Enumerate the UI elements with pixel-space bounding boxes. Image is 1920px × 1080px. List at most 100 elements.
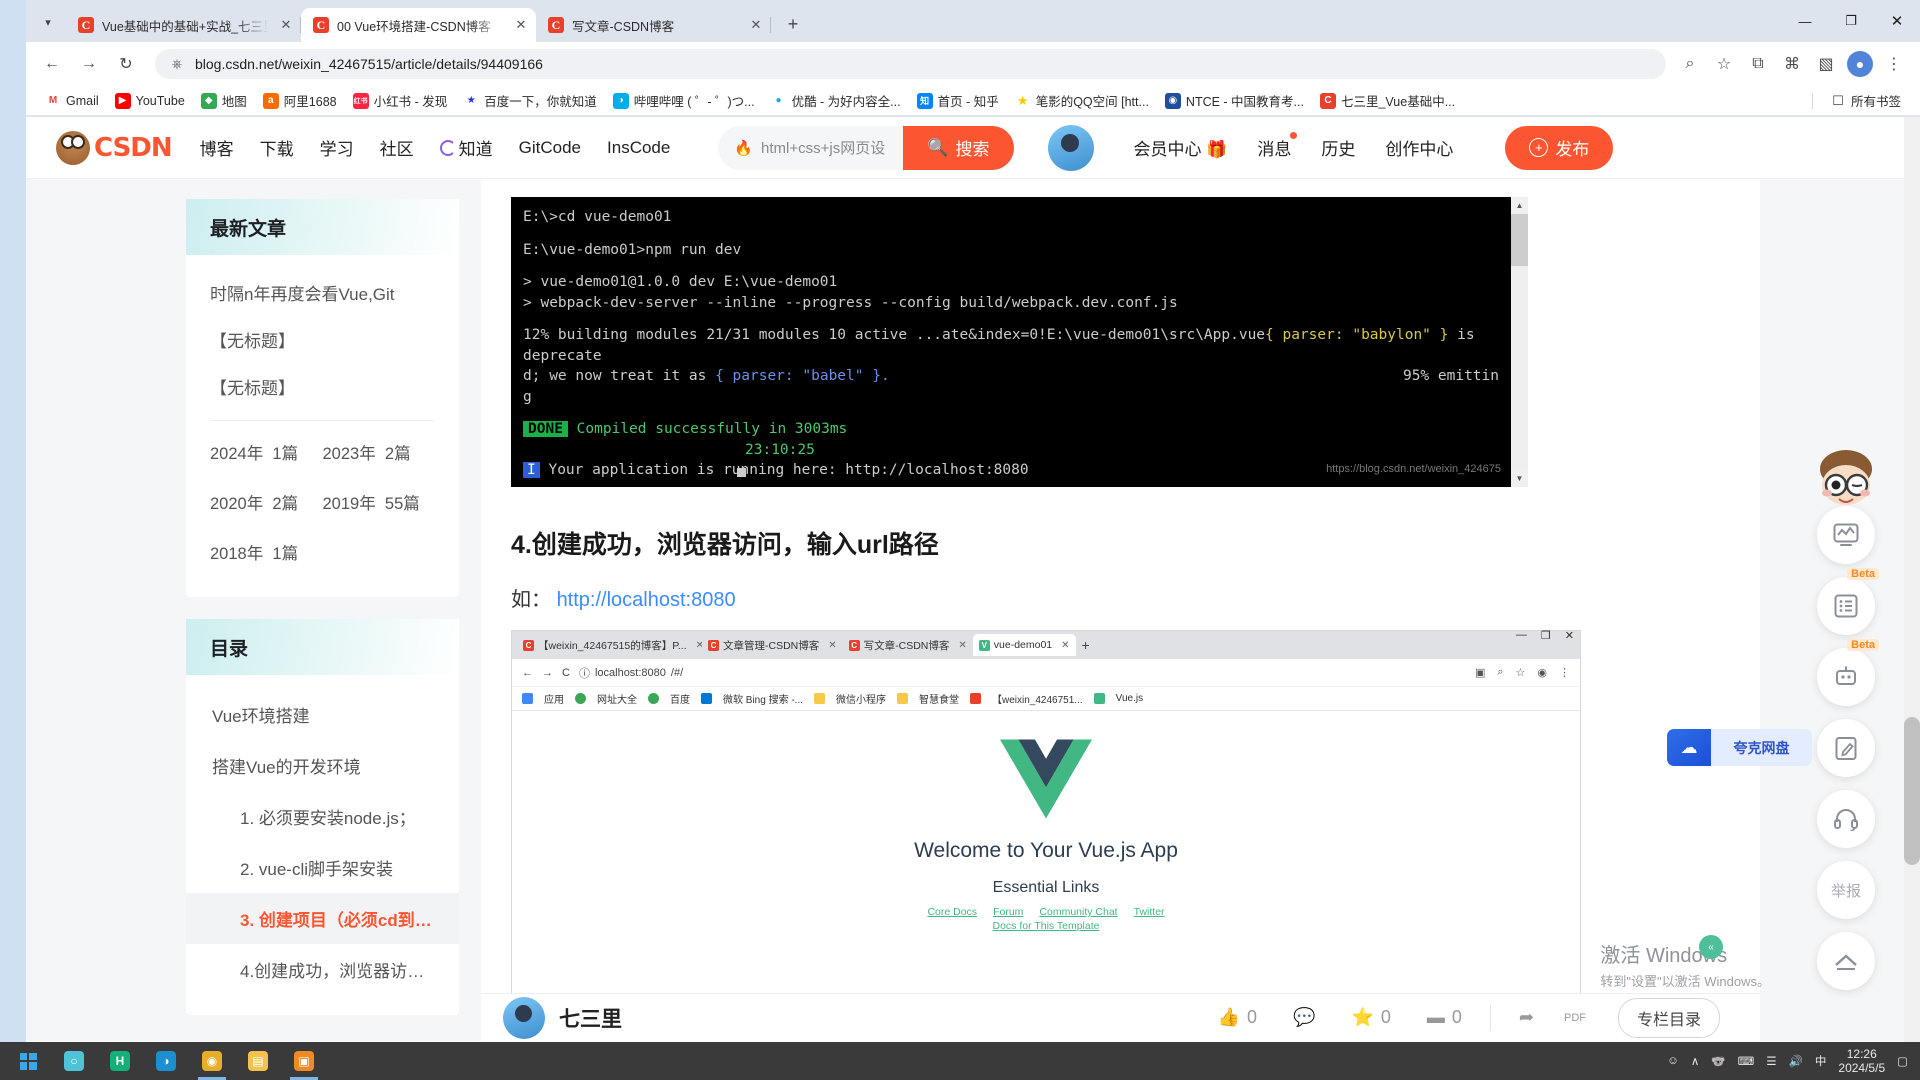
all-bookmarks-button[interactable]: ☐ 所有书签 bbox=[1823, 88, 1908, 113]
nav-item-community[interactable]: 社区 bbox=[380, 135, 414, 160]
taskbar-clock[interactable]: 12:26 2024/5/5 bbox=[1838, 1047, 1885, 1075]
tab-close-icon[interactable]: ✕ bbox=[747, 17, 765, 33]
browser-tab-1[interactable]: C Vue基础中的基础+实战_七三里 ✕ bbox=[66, 8, 301, 42]
rail-back-to-top-button[interactable] bbox=[1817, 932, 1875, 990]
nav-item-gitcode[interactable]: GitCode bbox=[519, 138, 581, 158]
nav-item-download[interactable]: 下载 bbox=[260, 135, 294, 160]
qq-icon[interactable]: 🐨 bbox=[1711, 1054, 1725, 1068]
collapse-rail-icon[interactable]: « bbox=[1699, 935, 1723, 959]
share-button[interactable]: ➦ bbox=[1519, 1007, 1534, 1028]
nav-messages[interactable]: 消息 bbox=[1257, 132, 1298, 160]
archive-year-item[interactable]: 2023年 2篇 bbox=[323, 427, 436, 477]
localhost-link[interactable]: http://localhost:8080 bbox=[557, 589, 736, 611]
latest-article-item[interactable]: 时隔n年再度会看Vue,Git bbox=[210, 269, 435, 316]
nav-item-blog[interactable]: 博客 bbox=[200, 135, 234, 160]
start-button[interactable] bbox=[6, 1042, 50, 1080]
ime-icon[interactable]: 中 bbox=[1815, 1053, 1827, 1069]
toc-item-2[interactable]: 搭建Vue的开发环境 bbox=[210, 740, 435, 791]
nav-item-inscode[interactable]: InsCode bbox=[607, 138, 670, 158]
taskbar-app-h[interactable]: H bbox=[98, 1042, 142, 1080]
toc-item-4[interactable]: 2. vue-cli脚手架安装 bbox=[210, 842, 435, 893]
rail-notebook-button[interactable] bbox=[1817, 719, 1875, 777]
chevron-up-icon[interactable]: ∧ bbox=[1691, 1054, 1699, 1068]
notification-icon[interactable]: ▢ bbox=[1897, 1054, 1908, 1068]
taskbar-explorer[interactable]: ▤ bbox=[236, 1042, 280, 1080]
tab-close-icon[interactable]: ✕ bbox=[277, 17, 295, 33]
favorite-stat[interactable]: ⭐ 0 bbox=[1351, 1007, 1390, 1028]
dislike-stat[interactable]: ▬ 0 bbox=[1427, 1007, 1462, 1028]
nav-history[interactable]: 历史 bbox=[1321, 135, 1355, 160]
toc-item-1[interactable]: Vue环境搭建 bbox=[210, 689, 435, 740]
page-scrollbar-thumb[interactable] bbox=[1904, 717, 1920, 865]
extensions-icon[interactable]: ⌘ bbox=[1776, 48, 1808, 80]
bookmark-item[interactable]: 红书 小红书 - 发现 bbox=[346, 88, 455, 113]
rail-list-button[interactable]: Beta bbox=[1817, 568, 1879, 635]
new-tab-button[interactable]: + bbox=[779, 10, 807, 38]
author-avatar[interactable] bbox=[503, 996, 545, 1039]
tab-search-dropdown-icon[interactable]: ▾ bbox=[32, 6, 64, 38]
taskbar-chrome[interactable]: ◉ bbox=[190, 1042, 234, 1080]
comment-stat[interactable]: 💬 bbox=[1293, 1007, 1315, 1028]
latest-article-item[interactable]: 【无标题】 bbox=[210, 316, 435, 363]
zoom-icon[interactable]: ⌕ bbox=[1674, 48, 1706, 80]
user-avatar[interactable] bbox=[1047, 124, 1094, 171]
rail-support-button[interactable] bbox=[1817, 790, 1875, 848]
tab-close-icon[interactable]: ✕ bbox=[512, 17, 530, 33]
rail-robot-button[interactable]: Beta bbox=[1817, 639, 1879, 706]
toc-item-6[interactable]: 4.创建成功，浏览器访问，输入url路径 bbox=[210, 944, 435, 995]
latest-article-item[interactable]: 【无标题】 bbox=[210, 363, 435, 410]
nav-item-study[interactable]: 学习 bbox=[320, 135, 354, 160]
browser-tab-3[interactable]: C 写文章-CSDN博客 ✕ bbox=[536, 8, 771, 42]
archive-year-item[interactable]: 2018年 1篇 bbox=[210, 527, 323, 577]
search-input[interactable]: 🔥 html+css+js网页设 bbox=[718, 125, 904, 170]
forward-icon[interactable]: → bbox=[73, 48, 105, 80]
taskbar-edge[interactable]: ◑ bbox=[144, 1042, 188, 1080]
people-icon[interactable]: ☺ bbox=[1667, 1055, 1679, 1067]
rail-report-button[interactable]: 举报 bbox=[1817, 861, 1875, 919]
archive-year-item[interactable]: 2019年 55篇 bbox=[323, 477, 436, 527]
bookmark-item[interactable]: a 阿里1688 bbox=[256, 88, 344, 113]
pdf-button[interactable]: PDF bbox=[1564, 1012, 1586, 1024]
side-panel-icon[interactable]: ▧ bbox=[1810, 48, 1842, 80]
archive-year-item[interactable]: 2024年 1篇 bbox=[210, 427, 323, 477]
bookmark-item[interactable]: ◆ 地图 bbox=[194, 88, 254, 113]
scroll-up-icon[interactable]: ▲ bbox=[1511, 197, 1528, 214]
scrollbar-thumb[interactable] bbox=[1511, 214, 1528, 266]
console-scrollbar[interactable]: ▲ ▼ bbox=[1511, 197, 1528, 487]
bookmark-item[interactable]: ★ 笔影的QQ空间 [htt... bbox=[1008, 88, 1156, 113]
bookmark-item[interactable]: ▶ YouTube bbox=[108, 90, 192, 112]
author-name[interactable]: 七三里 bbox=[559, 1003, 622, 1033]
search-button[interactable]: 🔍 搜索 bbox=[903, 125, 1014, 170]
csdn-logo[interactable]: CSDN bbox=[56, 130, 173, 165]
browser-tab-2-active[interactable]: C 00 Vue环境搭建-CSDN博客 ✕ bbox=[301, 8, 536, 42]
quark-drive-promo[interactable]: ☁ 夸克网盘 bbox=[1667, 729, 1812, 766]
bookmark-item[interactable]: C 七三里_Vue基础中... bbox=[1313, 88, 1462, 113]
archive-year-item[interactable]: 2020年 2篇 bbox=[210, 477, 323, 527]
catalog-button[interactable]: 专栏目录 bbox=[1617, 997, 1720, 1038]
toc-item-3[interactable]: 1. 必须要安装node.js； bbox=[210, 791, 435, 842]
bookmark-item[interactable]: 知首页 - 知乎 bbox=[910, 88, 1006, 113]
bookmark-item[interactable]: ◉ NTCE - 中国教育考... bbox=[1158, 88, 1311, 113]
page-scrollbar[interactable] bbox=[1904, 117, 1920, 1042]
bookmark-item[interactable]: ★ 百度一下，你就知道 bbox=[456, 88, 604, 113]
toc-item-5-active[interactable]: 3. 创建项目（必须cd到对应的一个项… bbox=[186, 893, 459, 944]
split-screen-icon[interactable]: ⧉ bbox=[1742, 48, 1774, 80]
like-stat[interactable]: 👍 0 bbox=[1218, 1007, 1257, 1028]
nav-member-center[interactable]: 会员中心 🎁 bbox=[1134, 135, 1228, 160]
minimize-button[interactable]: — bbox=[1782, 0, 1828, 42]
nav-item-zhidao[interactable]: 知道 bbox=[439, 135, 493, 160]
maximize-button[interactable]: ❐ bbox=[1828, 0, 1874, 42]
bookmark-item[interactable]: ● 优酷 - 为好内容全... bbox=[764, 88, 908, 113]
publish-button[interactable]: + 发布 bbox=[1505, 125, 1614, 170]
back-icon[interactable]: ← bbox=[36, 48, 68, 80]
taskbar-folder[interactable]: ▣ bbox=[282, 1042, 326, 1080]
scroll-down-icon[interactable]: ▼ bbox=[1511, 470, 1528, 487]
keyboard-icon[interactable]: ⌨ bbox=[1738, 1054, 1755, 1068]
nav-creator-center[interactable]: 创作中心 bbox=[1385, 135, 1453, 160]
close-button[interactable]: ✕ bbox=[1874, 0, 1920, 42]
reload-icon[interactable]: ↻ bbox=[110, 48, 142, 80]
bookmark-item[interactable]: ◑ 哔哩哔哩 ( ゜- ゜)つ... bbox=[606, 88, 762, 113]
bookmark-item[interactable]: M Gmail bbox=[38, 90, 106, 112]
site-settings-icon[interactable]: ⎈ bbox=[169, 56, 185, 72]
taskbar-search[interactable]: ○ bbox=[52, 1042, 96, 1080]
